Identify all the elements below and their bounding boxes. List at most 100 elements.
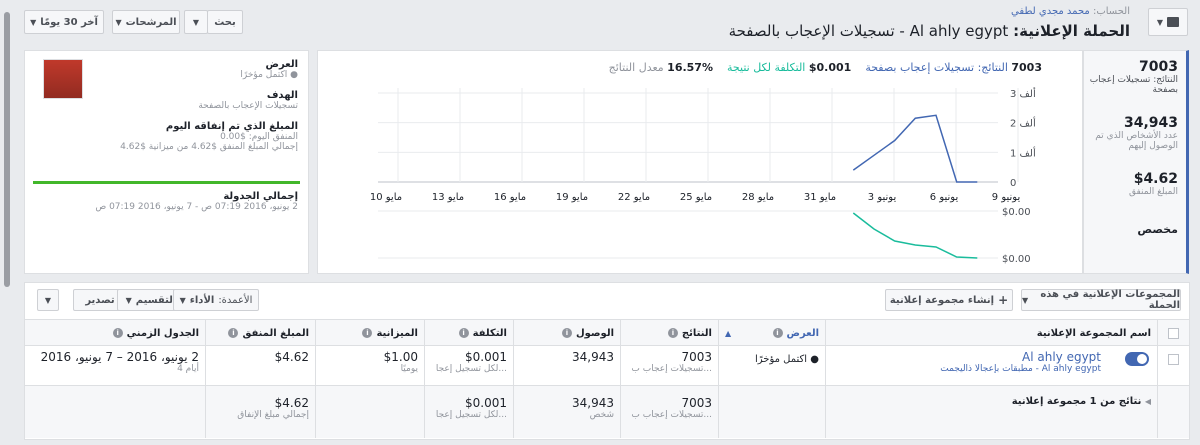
scrollbar-track[interactable] — [0, 0, 14, 445]
row-cost: $0.001 — [465, 350, 507, 364]
totals-cost: $0.001 — [465, 396, 507, 410]
y-tick-label: $0.00 — [1002, 254, 1031, 265]
search-dropdown-button[interactable]: ▼ — [184, 10, 208, 34]
row-schedule: 2 يونيو، 2016 – 7 يونيو، 2016 — [40, 350, 199, 364]
chevron-down-icon: ▼ — [1156, 17, 1164, 27]
x-tick-label: 22 مايو — [618, 192, 650, 203]
plus-icon: + — [998, 293, 1009, 307]
chevron-down-icon: ▼ — [192, 17, 200, 27]
ad-thumbnail — [43, 59, 83, 99]
adset-campaign-sub: Al ahly egypt - مطبقات بإعجالا ذاليجمت — [940, 364, 1101, 374]
y-tick-label: 0 — [1010, 178, 1016, 189]
y-tick-label: 2 ألف — [1010, 117, 1036, 130]
create-adset-button[interactable]: + إنشاء مجموعة إعلانية — [885, 289, 1013, 311]
page-title: الحملة الإعلانية: Al ahly egypt - تسجيلا… — [728, 22, 1130, 40]
export-dropdown-button[interactable]: ▼ — [37, 289, 59, 311]
total-spent-value: إجمالي المبلغ المنفق $4.62 من ميزانية $4… — [120, 142, 298, 152]
header-name[interactable]: اسم المجموعة الإعلانية — [825, 320, 1157, 346]
info-icon: i — [228, 328, 239, 338]
chevron-down-icon: ▼ — [30, 17, 37, 27]
results-series-line — [852, 114, 978, 183]
header-reach[interactable]: i الوصول — [513, 320, 620, 346]
adset-toggle[interactable] — [1125, 352, 1149, 366]
header-results[interactable]: i النتائج — [620, 320, 718, 346]
x-tick-label: 6 يونيو — [930, 192, 959, 203]
totals-spent: $4.62 — [274, 396, 309, 410]
chevron-down-icon: ▼ — [1022, 295, 1029, 305]
x-tick-label: 10 مايو — [370, 192, 402, 203]
y-tick-label: $0.00 — [1002, 207, 1031, 218]
row-results: 7003 — [681, 350, 712, 364]
schedule-value: 2 يونيو، 2016 07:19 ص - 7 يونيو، 2016 07… — [95, 202, 298, 212]
x-tick-label: 13 مايو — [432, 192, 464, 203]
totals-reach: 34,943 — [572, 396, 614, 410]
spent-today-value: المنفق اليوم: $0.00 — [220, 132, 298, 142]
chevron-down-icon: ▼ — [44, 295, 52, 305]
spent-today-label: المبلغ الذي تم إنفاقه اليوم — [165, 121, 298, 132]
row-checkbox[interactable] — [1168, 354, 1179, 365]
adsets-scope-dropdown[interactable]: المجموعات الإعلانية في هذه الحملة ▼ — [1021, 289, 1181, 311]
results-chart: 0 1 ألف 2 ألف 3 ألف 10 مايو 13 مايو 16 مايو 19 … — [370, 87, 1036, 265]
chevron-down-icon: ▼ — [115, 17, 122, 27]
totals-results: 7003 — [681, 396, 712, 410]
adsets-section: المجموعات الإعلانية في هذه الحملة ▼ + إن… — [24, 282, 1190, 440]
info-icon: i — [458, 328, 469, 338]
row-budget: $1.00 — [383, 350, 418, 364]
summary-results[interactable]: 7003 النتائج: تسجيلات إعجاب بصفحة — [1084, 59, 1178, 95]
x-tick-label: 28 مايو — [742, 192, 774, 203]
chevron-down-icon: ▼ — [179, 295, 186, 305]
header-budget[interactable]: i الميزانية — [315, 320, 424, 346]
summary-spent[interactable]: $4.62 المبلغ المنفق — [1084, 171, 1178, 197]
delivery-label: العرض — [265, 59, 299, 70]
y-tick-label: 3 ألف — [1010, 87, 1036, 100]
summary-reach[interactable]: 34,943 عدد الأشخاص الذي تم الوصول إليهم — [1084, 115, 1178, 151]
x-tick-label: 31 مايو — [804, 192, 836, 203]
table-totals-row: ◀ نتائج من 1 مجموعة إعلانية 7003 تسجيلات … — [25, 386, 1189, 438]
filters-button[interactable]: ▼ المرشحات — [112, 10, 180, 34]
table-header-row: اسم المجموعة الإعلانية ▲ i العرض i النتائج … — [25, 320, 1189, 346]
objective-label: الهدف — [266, 90, 298, 101]
x-tick-label: 3 يونيو — [868, 192, 897, 203]
adset-name-link[interactable]: Al ahly egypt — [831, 350, 1101, 364]
budget-progress-fill — [33, 181, 300, 184]
x-tick-label: 19 مايو — [556, 192, 588, 203]
campaign-icon — [1167, 17, 1180, 27]
info-icon: i — [772, 327, 783, 338]
x-tick-label: 9 يونيو — [992, 192, 1021, 203]
info-icon: i — [561, 328, 572, 338]
chart-panel: 7003 النتائج: تسجيلات إعجاب بصفحة $0.001… — [317, 50, 1083, 274]
row-reach: 34,943 — [572, 350, 614, 364]
budget-progress-bar — [33, 181, 300, 184]
row-spent: $4.62 — [274, 350, 309, 364]
header-spent[interactable]: i المبلغ المنفق — [205, 320, 315, 346]
campaign-menu-button[interactable]: ▼ — [1148, 8, 1188, 36]
columns-button[interactable]: الأعمدة: الأداء ▼ — [173, 289, 259, 311]
header-select-all[interactable] — [1157, 320, 1189, 346]
summary-custom[interactable]: مخصص — [1137, 223, 1178, 236]
account-link[interactable]: محمد مجدي لطفي — [1011, 6, 1090, 17]
checkbox-icon[interactable] — [1168, 327, 1179, 339]
info-icon: i — [112, 328, 123, 338]
row-delivery: اكتمل مؤخرًا — [755, 354, 808, 365]
search-button[interactable]: بحث — [207, 10, 243, 34]
x-tick-label: 25 مايو — [680, 192, 712, 203]
chevron-down-icon: ▼ — [125, 295, 132, 305]
header-cost[interactable]: i التكلفة — [424, 320, 513, 346]
header-delivery[interactable]: ▲ i العرض — [718, 320, 825, 346]
caret-icon[interactable]: ◀ — [1145, 397, 1151, 406]
sort-asc-icon: ▲ — [725, 328, 732, 338]
scrollbar-thumb[interactable] — [4, 12, 10, 287]
objective-value: تسجيلات الإعجاب بالصفحة — [198, 101, 298, 111]
info-icon: i — [667, 328, 678, 338]
cost-series-line — [852, 212, 978, 259]
table-row[interactable]: Al ahly egypt Al ahly egypt - مطبقات بإع… — [25, 346, 1189, 386]
schedule-label: إجمالي الجدولة — [223, 191, 298, 202]
adsets-table: اسم المجموعة الإعلانية ▲ i العرض i النتائج … — [25, 319, 1189, 439]
header-schedule[interactable]: i الجدول الزمني — [25, 320, 205, 346]
date-range-button[interactable]: ▼ آخر 30 يومًا — [24, 10, 104, 34]
summary-panel: 7003 النتائج: تسجيلات إعجاب بصفحة 34,943… — [1083, 50, 1189, 274]
delivery-value: ● اكتمل مؤخرًا — [240, 70, 298, 80]
details-panel: العرض ● اكتمل مؤخرًا الهدف تسجيلات الإعج… — [24, 50, 309, 274]
account-line: الحساب: محمد مجدي لطفي — [1011, 6, 1130, 17]
totals-label: نتائج من 1 مجموعة إعلانية — [1011, 396, 1142, 407]
